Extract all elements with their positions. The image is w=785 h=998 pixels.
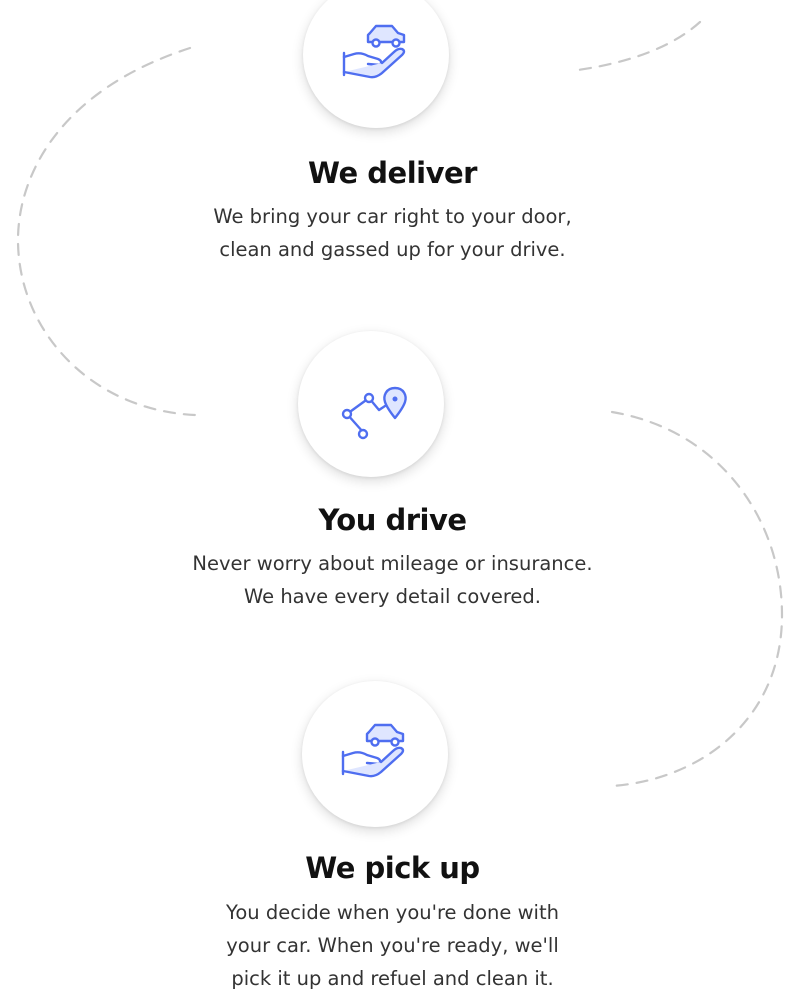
step-2-title: You drive (318, 503, 467, 537)
step-1-description-line: clean and gassed up for your drive. (219, 238, 566, 261)
step-3-title: We pick up (305, 851, 480, 885)
step-3-description-line: pick it up and refuel and clean it. (231, 967, 554, 990)
step-2-description: Never worry about mileage or insurance. … (0, 547, 785, 613)
car-delivery-hand-icon (342, 24, 406, 79)
car-pickup-hand-icon (341, 723, 405, 778)
step-3-description: You decide when you're done with your ca… (0, 896, 785, 995)
step-1-description-line: We bring your car right to your door, (213, 205, 572, 228)
dashed-path-connector (16, 20, 784, 788)
step-3-description-line: your car. When you're ready, we'll (226, 934, 559, 957)
step-2-description-line: Never worry about mileage or insurance. (192, 552, 593, 575)
step-2-description-line: We have every detail covered. (243, 585, 542, 608)
step-2-icon-circle (298, 331, 444, 477)
step-1-description: We bring your car right to your door, cl… (0, 200, 785, 266)
how-it-works-section: We deliver We bring your car right to yo… (0, 0, 785, 998)
step-1-title: We deliver (308, 156, 477, 190)
step-3-description-line: You decide when you're done with (226, 901, 559, 924)
step-3-icon-circle (302, 681, 448, 827)
route-map-pin-icon (341, 386, 407, 440)
